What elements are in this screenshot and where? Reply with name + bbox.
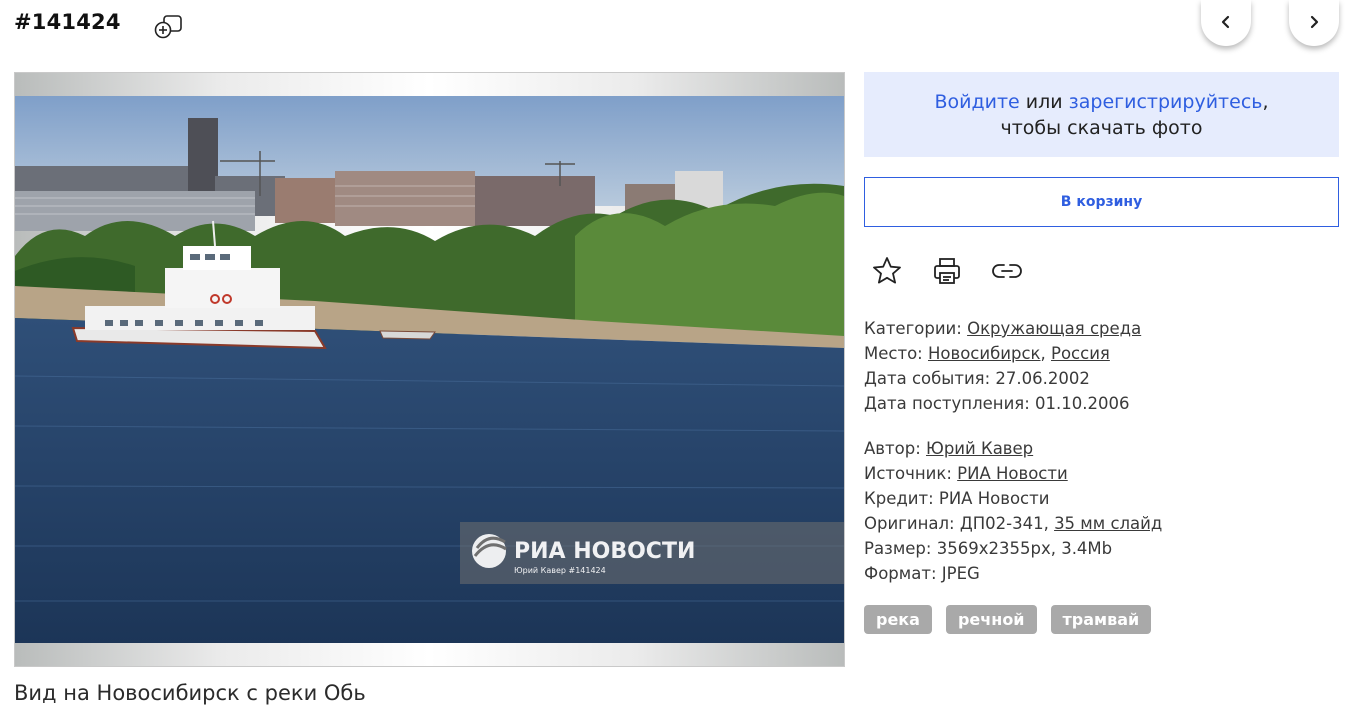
size-value: 3569x2355px, 3.4Mb (936, 539, 1113, 558)
author-link[interactable]: Юрий Кавер (926, 439, 1033, 458)
received-date-label: Дата поступления: (864, 394, 1036, 413)
link-icon[interactable] (991, 255, 1023, 287)
credit-row: Кредит: РИА Новости (864, 486, 1162, 511)
place-label: Место: (864, 344, 928, 363)
format-label: Формат: (864, 564, 942, 583)
received-date-value: 01.10.2006 (1035, 394, 1130, 413)
add-to-collection-icon[interactable] (154, 13, 184, 41)
country-link[interactable]: Россия (1051, 344, 1110, 363)
photo-id: #141424 (14, 10, 121, 34)
previous-photo-button[interactable] (1201, 0, 1251, 46)
place-row: Место: Новосибирск, Россия (864, 341, 1141, 366)
comma: , (1262, 91, 1269, 113)
credit-value: РИА Новости (938, 489, 1050, 508)
photo-metadata-primary: Категории: Окружающая среда Место: Новос… (864, 316, 1141, 416)
event-date-label: Дата события: (864, 369, 996, 388)
login-prompt: Войдите или зарегистрируйтесь, чтобы ска… (864, 72, 1339, 157)
tag[interactable]: река (864, 605, 932, 634)
star-icon[interactable] (871, 255, 903, 287)
photo-frame: РИА НОВОСТИ Юрий Кавер #141424 (14, 72, 845, 667)
event-date-value: 27.06.2002 (995, 369, 1090, 388)
chevron-left-icon (1220, 14, 1232, 33)
original-label: Оригинал: (864, 514, 960, 533)
size-row: Размер: 3569x2355px, 3.4Mb (864, 536, 1162, 561)
source-link[interactable]: РИА Новости (957, 464, 1068, 483)
next-photo-button[interactable] (1289, 0, 1339, 46)
tag-list: река речной трамвай (864, 605, 1152, 634)
photo-metadata-secondary: Автор: Юрий Кавер Источник: РИА Новости … (864, 436, 1162, 586)
category-link[interactable]: Окружающая среда (967, 319, 1141, 338)
tag[interactable]: речной (945, 605, 1037, 634)
categories-label: Категории: (864, 319, 968, 338)
original-row: Оригинал: ДП02-341, 35 мм слайд (864, 511, 1162, 536)
login-link[interactable]: Войдите (934, 91, 1019, 113)
chevron-right-icon (1308, 14, 1320, 33)
format-row: Формат: JPEG (864, 561, 1162, 586)
categories-row: Категории: Окружающая среда (864, 316, 1141, 341)
author-label: Автор: (864, 439, 926, 458)
login-prompt-line2: чтобы скачать фото (1000, 117, 1203, 139)
received-date-row: Дата поступления: 01.10.2006 (864, 391, 1141, 416)
credit-label: Кредит: (864, 489, 939, 508)
source-label: Источник: (864, 464, 958, 483)
original-media-link[interactable]: 35 мм слайд (1054, 514, 1162, 533)
photo-caption: Вид на Новосибирск с реки Обь (14, 681, 366, 705)
watermark-brand: РИА НОВОСТИ (514, 539, 696, 564)
place-separator: , (1040, 344, 1052, 363)
add-to-cart-button[interactable]: В корзину (864, 177, 1339, 227)
main-photo[interactable]: РИА НОВОСТИ Юрий Кавер #141424 (15, 96, 844, 643)
event-date-row: Дата события: 27.06.2002 (864, 366, 1141, 391)
author-row: Автор: Юрий Кавер (864, 436, 1162, 461)
or-text: или (1019, 91, 1069, 113)
watermark-credit: Юрий Кавер #141424 (514, 566, 606, 575)
register-link[interactable]: зарегистрируйтесь (1069, 91, 1263, 113)
size-label: Размер: (864, 539, 937, 558)
city-link[interactable]: Новосибирск (928, 344, 1041, 363)
source-row: Источник: РИА Новости (864, 461, 1162, 486)
print-icon[interactable] (931, 255, 963, 287)
format-value: JPEG (941, 564, 980, 583)
original-code: ДП02-341, (959, 514, 1055, 533)
tag[interactable]: трамвай (1050, 605, 1152, 634)
